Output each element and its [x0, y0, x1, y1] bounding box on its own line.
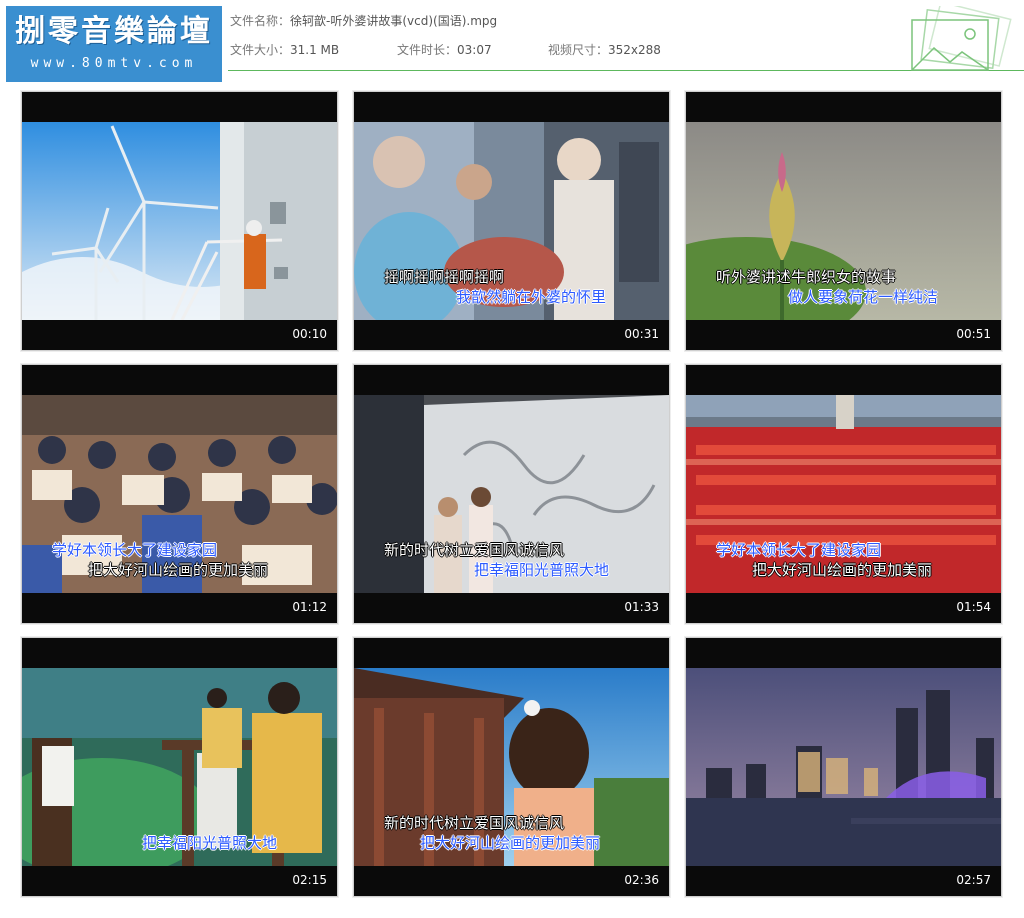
subtitle-line: 新的时代树立爱国风诚信风 [384, 541, 565, 559]
subtitle-line: 学好本领长大了建设家园 [716, 541, 882, 559]
file-duration-row: 文件时长：03:07 [397, 43, 492, 57]
subtitle-line: 我歆然躺在外婆的怀里 [456, 288, 607, 306]
timestamp: 02:57 [956, 873, 991, 887]
timestamp: 01:33 [624, 600, 659, 614]
subtitle-line: 把幸福阳光普照大地 [474, 561, 610, 579]
subtitle-line: 把大好河山绘画的更加美丽 [88, 561, 269, 579]
subtitle-line: 摇啊摇啊摇啊摇啊 [384, 268, 505, 286]
video-thumbnail[interactable]: 新的时代树立爱国风诚信风 把幸福阳光普照大地 01:33 [353, 364, 670, 624]
file-name-value: 徐轲歆-听外婆讲故事(vcd)(国语).mpg [290, 14, 498, 28]
file-name-row: 文件名称：徐轲歆-听外婆讲故事(vcd)(国语).mpg [230, 14, 497, 28]
subtitle-line: 把大好河山绘画的更加美丽 [752, 561, 933, 579]
video-thumbnail[interactable]: 02:57 [685, 637, 1002, 897]
video-dimensions-label: 视频尺寸： [548, 43, 609, 57]
subtitle-line: 新的时代树立爱国风诚信风 [384, 814, 565, 832]
timestamp: 00:31 [624, 327, 659, 341]
subtitle-line: 听外婆讲述牛郎织女的故事 [716, 268, 897, 286]
video-thumbnail[interactable]: 摇啊摇啊摇啊摇啊 我歆然躺在外婆的怀里 00:31 [353, 91, 670, 351]
frame-wind-turbines [22, 122, 337, 320]
video-dimensions-value: 352x288 [608, 43, 661, 57]
timestamp: 02:15 [292, 873, 327, 887]
file-size-value: 31.1 MB [290, 43, 340, 57]
timestamp: 02:36 [624, 873, 659, 887]
timestamp: 00:51 [956, 327, 991, 341]
subtitle-line: 做人要象荷花一样纯洁 [788, 288, 939, 306]
subtitle-line: 把幸福阳光普照大地 [142, 834, 278, 852]
video-thumbnail[interactable]: 把幸福阳光普照大地 02:15 [21, 637, 338, 897]
subtitle-line: 学好本领长大了建设家园 [52, 541, 218, 559]
video-thumbnail[interactable]: 听外婆讲述牛郎织女的故事 做人要象荷花一样纯洁 00:51 [685, 91, 1002, 351]
forum-logo: 捌零音樂論壇 www.80mtv.com [6, 6, 222, 82]
video-thumbnail[interactable]: 新的时代树立爱国风诚信风 把大好河山绘画的更加美丽 02:36 [353, 637, 670, 897]
video-thumbnail[interactable]: 学好本领长大了建设家园 把大好河山绘画的更加美丽 01:54 [685, 364, 1002, 624]
timestamp: 01:12 [292, 600, 327, 614]
logo-title: 捌零音樂論壇 [15, 14, 213, 49]
subtitle-line: 把大好河山绘画的更加美丽 [420, 834, 601, 852]
file-duration-label: 文件时长： [397, 43, 458, 57]
video-thumbnail[interactable]: 学好本领长大了建设家园 把大好河山绘画的更加美丽 01:12 [21, 364, 338, 624]
video-dimensions-row: 视频尺寸：352x288 [548, 43, 661, 57]
picture-stack-icon [911, 6, 1012, 71]
frame-city-night [686, 668, 1001, 866]
logo-url: www.80mtv.com [30, 56, 198, 71]
file-name-label: 文件名称： [230, 14, 291, 28]
file-duration-value: 03:07 [457, 43, 492, 57]
video-thumbnail[interactable]: 00:10 [21, 91, 338, 351]
file-size-label: 文件大小： [230, 43, 291, 57]
file-size-row: 文件大小：31.1 MB [230, 43, 339, 57]
timestamp: 01:54 [956, 600, 991, 614]
timestamp: 00:10 [292, 327, 327, 341]
